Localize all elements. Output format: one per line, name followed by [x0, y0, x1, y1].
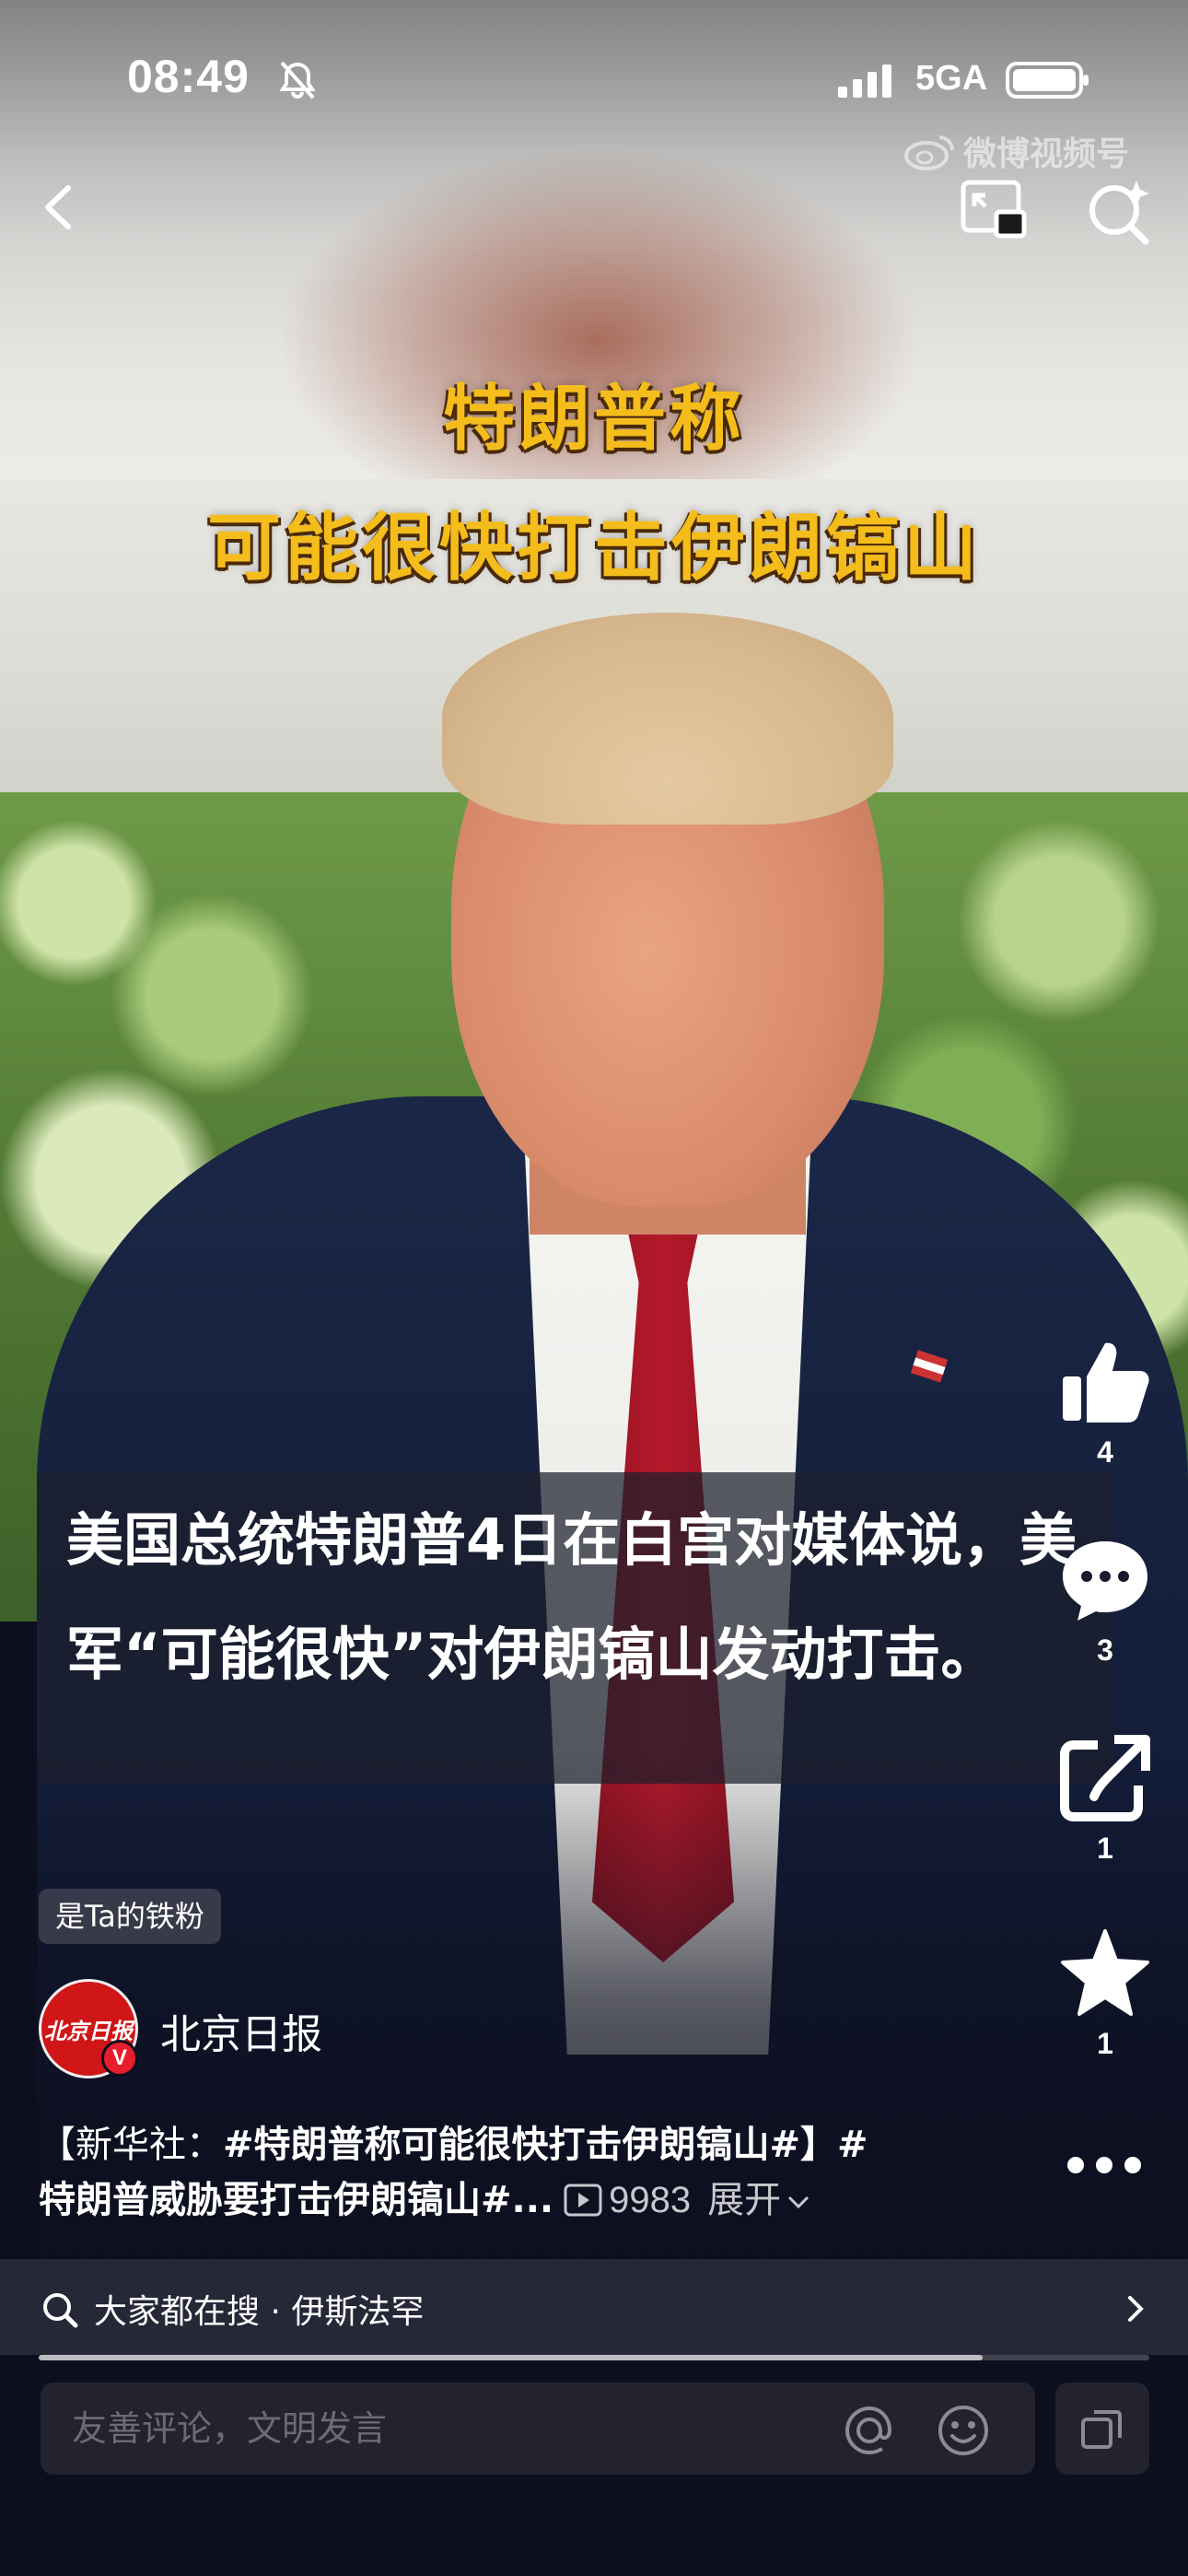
mention-at-icon[interactable]: [842, 2403, 897, 2458]
ellipsis-icon[interactable]: [1065, 2147, 1144, 2184]
favorite-count: 1: [1097, 2027, 1113, 2060]
weibo-logo-icon: [904, 135, 954, 170]
like-button[interactable]: 4: [1057, 1336, 1153, 1469]
caption-topic-link-2[interactable]: 特朗普威胁要打击伊朗镐山#...: [39, 2172, 553, 2228]
network-type: 5GA: [915, 59, 988, 98]
favorite-button[interactable]: 1: [1057, 1927, 1153, 2061]
verified-badge: V: [101, 2040, 138, 2077]
comment-count: 3: [1097, 1633, 1113, 1667]
share-count: 1: [1097, 1832, 1113, 1865]
status-time: 08:49: [127, 51, 250, 102]
chevron-left-icon[interactable]: [28, 175, 92, 240]
signal-icon: [838, 64, 891, 98]
video-subtitle: 美国总统特朗普4日在白宫对媒体说，美军“可能很快”对伊朗镐山发动打击。: [66, 1506, 1077, 1688]
chat-bubble-icon: [1063, 1541, 1147, 1621]
play-count: 9983: [609, 2180, 692, 2220]
bell-mute-icon: [279, 61, 316, 100]
playback-progress-bar[interactable]: [39, 2355, 1149, 2360]
emoji-icon[interactable]: [936, 2403, 991, 2458]
expand-caption-button[interactable]: 展开: [707, 2172, 810, 2228]
expand-label: 展开: [707, 2179, 782, 2221]
post-caption[interactable]: 【新华社：#特朗普称可能很快打击伊朗镐山#】# 特朗普威胁要打击伊朗镐山#...…: [39, 2117, 1015, 2228]
weibo-video-watermark: 微博视频号: [903, 127, 1160, 175]
playback-progress-fill: [39, 2355, 984, 2360]
picture-in-picture-icon[interactable]: [958, 177, 1031, 241]
video-headline-line1: 特朗普称: [442, 378, 745, 461]
comment-button[interactable]: 3: [1057, 1534, 1153, 1668]
watermark-text: 微博视频号: [963, 135, 1130, 173]
caption-source: 【新华社：: [39, 2124, 223, 2166]
play-count-icon: [564, 2184, 602, 2217]
expand-view-button[interactable]: [1055, 2383, 1149, 2475]
star-icon: [1061, 1929, 1149, 2016]
chevron-right-icon[interactable]: [1125, 2294, 1146, 2324]
thumbs-up-icon: [1063, 1342, 1149, 1423]
caption-line1-suffix: 】#: [800, 2124, 868, 2166]
search-icon: [43, 2293, 78, 2328]
caption-line2: 特朗普威胁要打击伊朗镐山#... 9983 展开: [39, 2172, 1015, 2228]
share-arrow-icon: [1060, 1735, 1150, 1821]
author-name[interactable]: 北京日报: [160, 2001, 322, 2060]
share-button[interactable]: 1: [1057, 1732, 1153, 1866]
like-count: 4: [1097, 1435, 1113, 1469]
video-headline-line2: 可能很快打击伊朗镐山: [207, 505, 981, 591]
related-search-label[interactable]: 大家都在搜 · 伊斯法罕: [94, 2285, 424, 2333]
chevron-down-icon: [788, 2195, 809, 2209]
fan-badge: 是Ta的铁粉: [39, 1889, 221, 1944]
search-sparkle-icon[interactable]: [1081, 175, 1155, 249]
battery-icon: [1006, 62, 1089, 99]
caption-topic-link[interactable]: #特朗普称可能很快打击伊朗镐山#: [223, 2124, 800, 2166]
expand-icon: [1081, 2410, 1122, 2449]
caption-line1: 【新华社：#特朗普称可能很快打击伊朗镐山#】#: [39, 2117, 1015, 2172]
